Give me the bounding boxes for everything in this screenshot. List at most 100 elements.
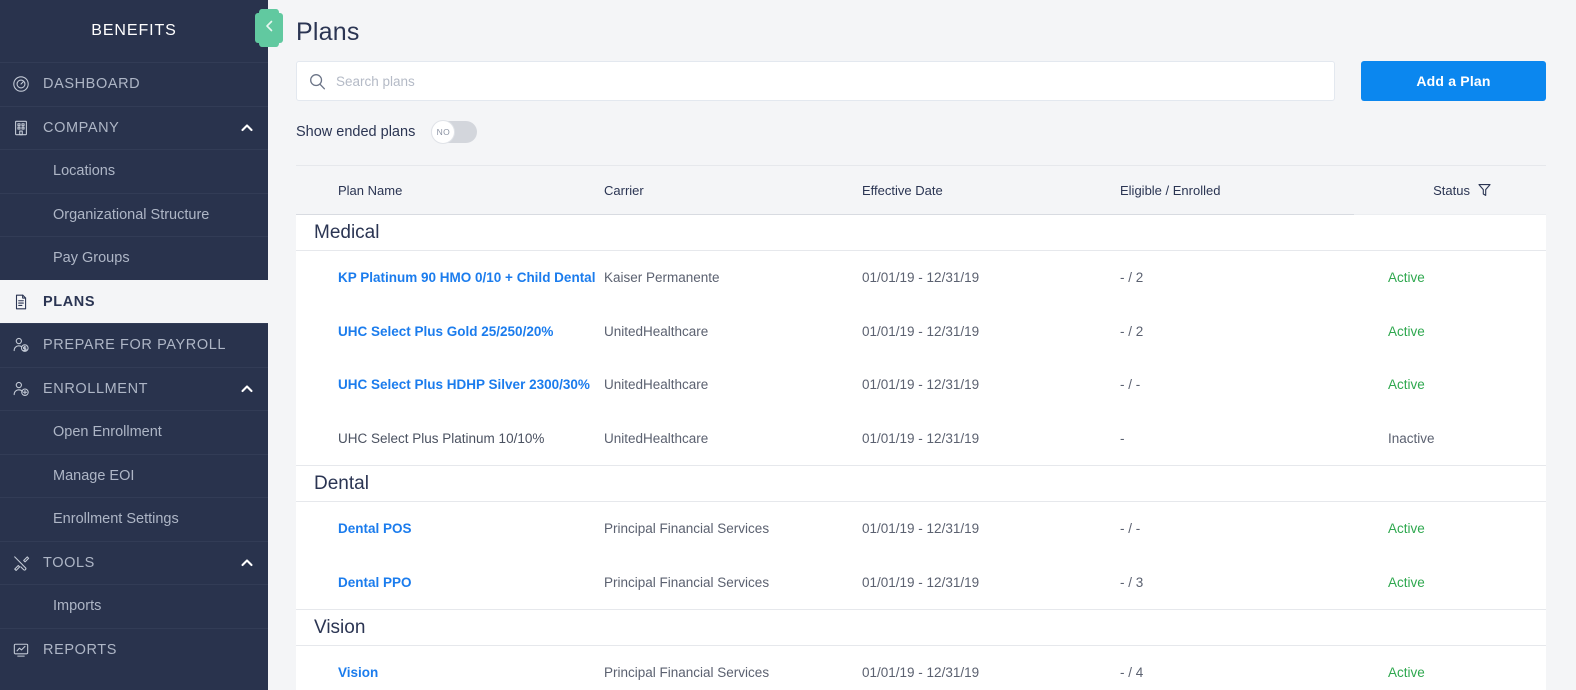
table-row[interactable]: UHC Select Plus HDHP Silver 2300/30%Unit… xyxy=(296,358,1546,412)
plan-name-link: UHC Select Plus Platinum 10/10% xyxy=(296,431,604,446)
column-header-status-label: Status xyxy=(1433,183,1470,198)
sidebar-item-label: ENROLLMENT xyxy=(38,381,148,397)
sidebar: BENEFITS DASHBOARDCOMPANYLocationsOrgani… xyxy=(0,0,268,690)
show-ended-plans-toggle[interactable]: NO xyxy=(431,121,477,143)
sidebar-subitem-open-enrollment[interactable]: Open Enrollment xyxy=(0,410,268,454)
plan-name-link[interactable]: Dental PPO xyxy=(296,575,604,590)
filter-icon[interactable] xyxy=(1478,183,1491,197)
sidebar-subitem-label: Organizational Structure xyxy=(53,207,209,223)
sidebar-item-enrollment[interactable]: ENROLLMENT xyxy=(0,367,268,411)
effective-date-cell: 01/01/19 - 12/31/19 xyxy=(862,575,1120,590)
status-badge: Active xyxy=(1354,270,1546,285)
sidebar-subitem-label: Pay Groups xyxy=(53,250,130,266)
sidebar-item-tools[interactable]: TOOLS xyxy=(0,541,268,585)
effective-date-cell: 01/01/19 - 12/31/19 xyxy=(862,324,1120,339)
column-header-effective-date[interactable]: Effective Date xyxy=(862,183,1120,198)
sidebar-item-dashboard[interactable]: DASHBOARD xyxy=(0,62,268,106)
sidebar-item-plans[interactable]: PLANS xyxy=(0,280,268,324)
plan-group-header: Vision xyxy=(296,610,1546,646)
column-header-carrier[interactable]: Carrier xyxy=(604,183,862,198)
search-input[interactable] xyxy=(336,74,1322,89)
sidebar-item-label: PREPARE FOR PAYROLL xyxy=(38,337,226,353)
sidebar-collapse-button[interactable] xyxy=(255,13,283,43)
right-gutter xyxy=(1550,0,1576,690)
sidebar-subitem-label: Locations xyxy=(53,163,115,179)
chevron-up-icon[interactable] xyxy=(240,121,254,135)
eligible-enrolled-cell: - / - xyxy=(1120,377,1354,392)
main-content: Plans Add a Plan Show ended plans NO Pla… xyxy=(268,0,1576,690)
sidebar-subitem-manage-eoi[interactable]: Manage EOI xyxy=(0,454,268,498)
column-header-plan-name[interactable]: Plan Name xyxy=(296,183,604,198)
sidebar-subitem-locations[interactable]: Locations xyxy=(0,149,268,193)
add-a-plan-button[interactable]: Add a Plan xyxy=(1361,61,1546,101)
plan-name-link[interactable]: KP Platinum 90 HMO 0/10 + Child Dental xyxy=(296,270,604,285)
status-badge: Active xyxy=(1354,377,1546,392)
user-plus-icon xyxy=(12,380,38,398)
sidebar-subitem-enrollment-settings[interactable]: Enrollment Settings xyxy=(0,497,268,541)
sidebar-subitem-imports[interactable]: Imports xyxy=(0,584,268,628)
plan-name-link[interactable]: Vision xyxy=(296,665,604,680)
sidebar-subitem-label: Imports xyxy=(53,598,101,614)
reports-monitor-icon xyxy=(12,641,38,659)
sidebar-subitem-label: Manage EOI xyxy=(53,468,134,484)
search-icon xyxy=(309,73,326,90)
sidebar-subitem-organizational-structure[interactable]: Organizational Structure xyxy=(0,193,268,237)
plan-group-header: Medical xyxy=(296,215,1546,251)
sidebar-subitem-pay-groups[interactable]: Pay Groups xyxy=(0,236,268,280)
plan-name-link[interactable]: UHC Select Plus HDHP Silver 2300/30% xyxy=(296,377,604,392)
effective-date-cell: 01/01/19 - 12/31/19 xyxy=(862,377,1120,392)
toggle-knob: NO xyxy=(431,120,455,144)
table-row[interactable]: VisionPrincipal Financial Services01/01/… xyxy=(296,646,1546,690)
document-icon xyxy=(12,293,38,311)
sidebar-subitem-label: Open Enrollment xyxy=(53,424,162,440)
show-ended-plans-row: Show ended plans NO xyxy=(296,121,1546,143)
building-icon xyxy=(12,119,38,137)
chevron-up-icon[interactable] xyxy=(240,382,254,396)
eligible-enrolled-cell: - / - xyxy=(1120,521,1354,536)
carrier-cell: Principal Financial Services xyxy=(604,575,862,590)
column-header-eligible-enrolled[interactable]: Eligible / Enrolled xyxy=(1120,183,1354,198)
search-plans-box[interactable] xyxy=(296,61,1335,101)
plan-group-name: Medical xyxy=(314,222,379,244)
status-badge: Active xyxy=(1354,521,1546,536)
carrier-cell: Kaiser Permanente xyxy=(604,270,862,285)
table-body: Medical KP Platinum 90 HMO 0/10 + Child D… xyxy=(296,215,1546,690)
column-header-status[interactable]: Status xyxy=(1354,183,1546,198)
user-dollar-icon xyxy=(12,336,38,354)
table-row[interactable]: KP Platinum 90 HMO 0/10 + Child DentalKa… xyxy=(296,251,1546,305)
effective-date-cell: 01/01/19 - 12/31/19 xyxy=(862,270,1120,285)
sidebar-item-label: PLANS xyxy=(38,294,95,310)
toolbar: Add a Plan xyxy=(296,61,1546,101)
effective-date-cell: 01/01/19 - 12/31/19 xyxy=(862,665,1120,680)
app-root: BENEFITS DASHBOARDCOMPANYLocationsOrgani… xyxy=(0,0,1576,690)
sidebar-item-reports[interactable]: REPORTS xyxy=(0,628,268,672)
plan-group-name: Vision xyxy=(314,617,365,639)
table-row[interactable]: Dental PPOPrincipal Financial Services01… xyxy=(296,556,1546,610)
eligible-enrolled-cell: - / 4 xyxy=(1120,665,1354,680)
page-title: Plans xyxy=(296,18,1546,47)
plan-group-header: Dental xyxy=(296,466,1546,502)
plan-name-link[interactable]: UHC Select Plus Gold 25/250/20% xyxy=(296,324,604,339)
sidebar-item-label: DASHBOARD xyxy=(38,76,140,92)
tools-icon xyxy=(12,554,38,572)
plan-group-name: Dental xyxy=(314,473,369,495)
carrier-cell: UnitedHealthcare xyxy=(604,431,862,446)
table-row[interactable]: UHC Select Plus Platinum 10/10%UnitedHea… xyxy=(296,412,1546,466)
eligible-enrolled-cell: - / 2 xyxy=(1120,270,1354,285)
plan-name-link[interactable]: Dental POS xyxy=(296,521,604,536)
eligible-enrolled-cell: - xyxy=(1120,431,1354,446)
chevron-up-icon[interactable] xyxy=(240,556,254,570)
effective-date-cell: 01/01/19 - 12/31/19 xyxy=(862,431,1120,446)
chevron-left-icon xyxy=(264,19,275,38)
effective-date-cell: 01/01/19 - 12/31/19 xyxy=(862,521,1120,536)
sidebar-item-company[interactable]: COMPANY xyxy=(0,106,268,150)
eligible-enrolled-cell: - / 2 xyxy=(1120,324,1354,339)
table-row[interactable]: Dental POSPrincipal Financial Services01… xyxy=(296,502,1546,556)
eligible-enrolled-cell: - / 3 xyxy=(1120,575,1354,590)
plans-table: Plan Name Carrier Effective Date Eligibl… xyxy=(296,165,1546,690)
sidebar-item-prepare-for-payroll[interactable]: PREPARE FOR PAYROLL xyxy=(0,323,268,367)
sidebar-nav-list: DASHBOARD COMPANY Locations Organizational … xyxy=(0,62,268,671)
table-row[interactable]: UHC Select Plus Gold 25/250/20%UnitedHea… xyxy=(296,305,1546,359)
carrier-cell: Principal Financial Services xyxy=(604,521,862,536)
table-header-row: Plan Name Carrier Effective Date Eligibl… xyxy=(296,166,1546,215)
